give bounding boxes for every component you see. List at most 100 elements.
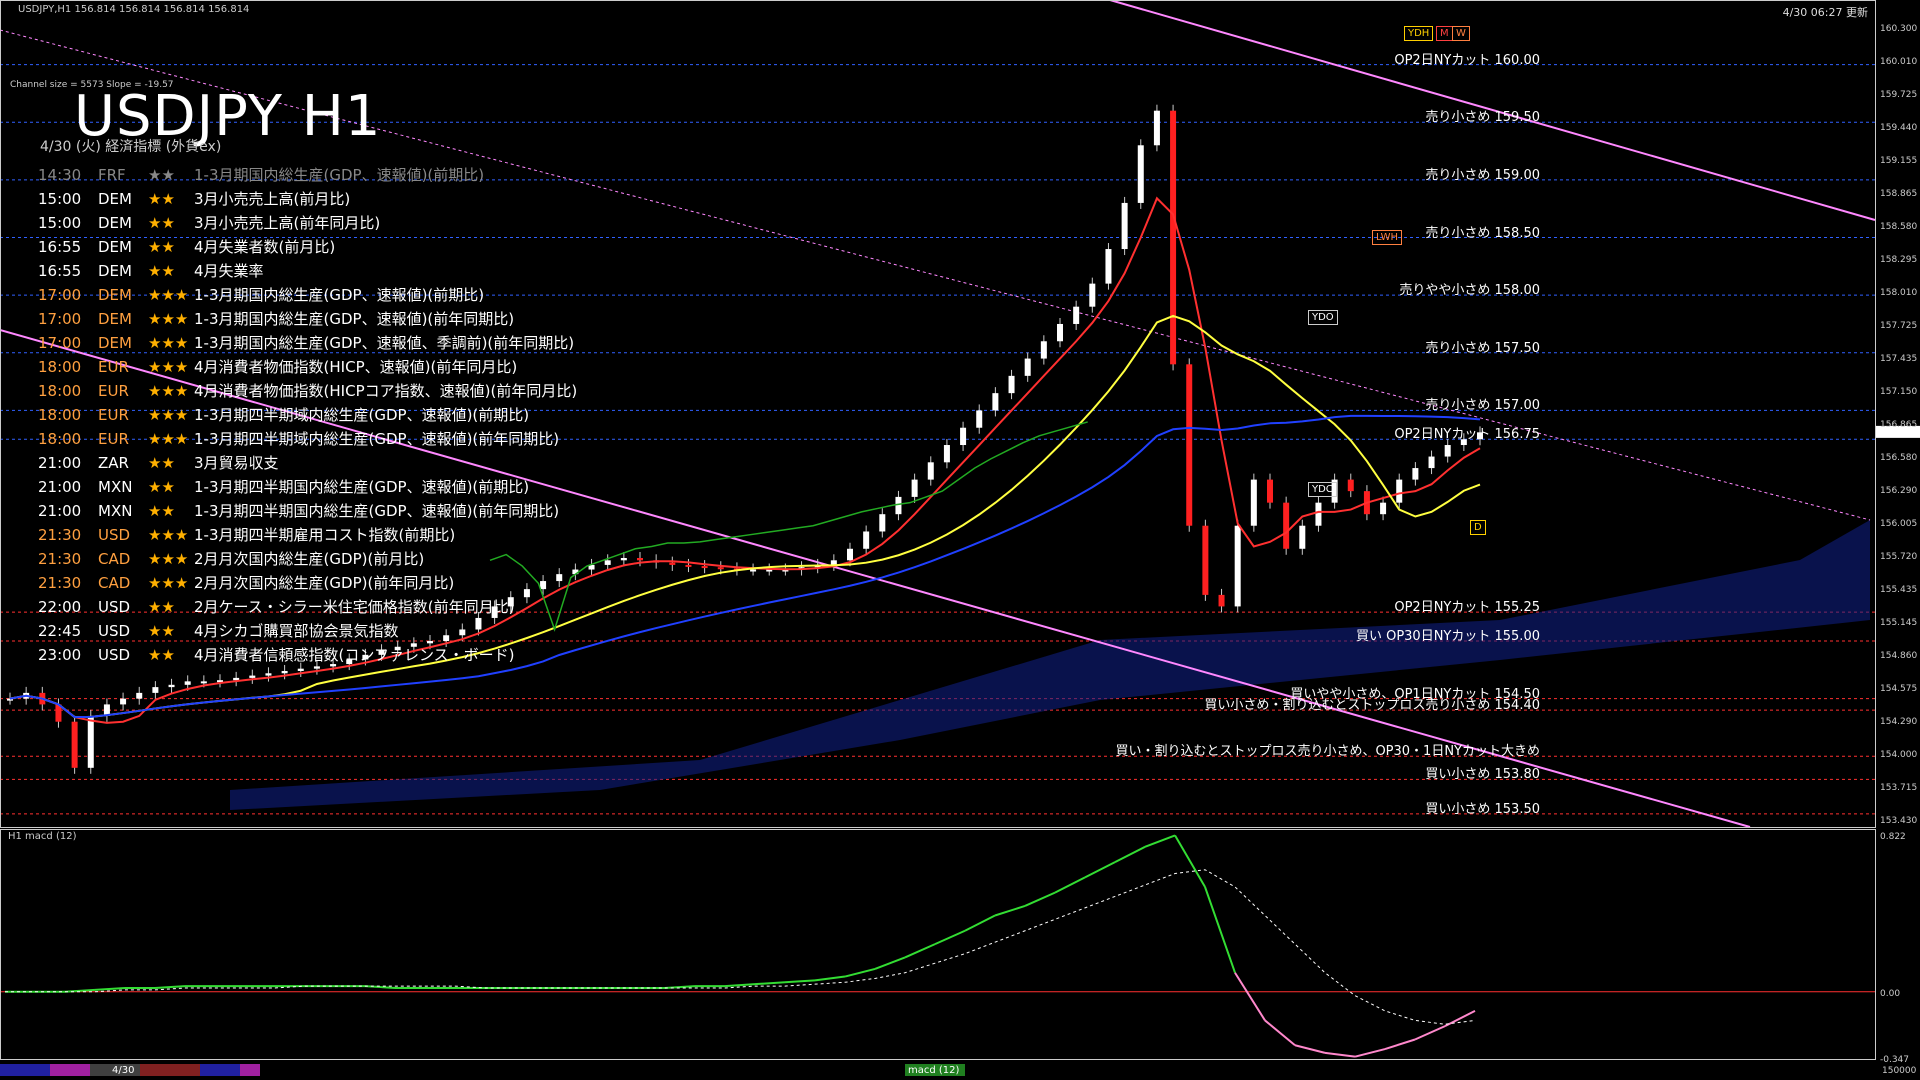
event-time: 21:00 [38,454,82,472]
calendar-row: 15:00 DEM ★★ 3月小売売上高(前年同月比) [38,211,380,235]
candle-body [701,566,708,569]
event-currency: EUR [98,406,129,424]
macd-segment [1444,1009,1476,1028]
candle-body [459,629,466,636]
tag-lwh: LWH [1372,230,1403,245]
event-time: 16:55 [38,262,82,280]
calendar-row: 21:00 ZAR ★★ 3月貿易収支 [38,451,279,475]
calendar-row: 17:00 DEM ★★★ 1-3月期国内総生産(GDP、速報値)(前期比) [38,283,484,307]
bottom-date: 4/30 [112,1065,135,1076]
calendar-row: 21:00 MXN ★★ 1-3月期四半期国内総生産(GDP、速報値)(前年同期比) [38,499,559,523]
calendar-row: 22:45 USD ★★ 4月シカゴ購買部協会景気指数 [38,619,399,643]
event-name: 4月消費者物価指数(HICP、速報値)(前年同月比) [194,358,518,376]
calendar-row: 16:55 DEM ★★ 4月失業者数(前月比) [38,235,335,259]
event-time: 21:30 [38,550,82,568]
level-label: 買い小さめ 153.50 [1425,801,1540,817]
event-time: 22:00 [38,598,82,616]
event-importance: ★★★ [148,526,189,544]
macd-segment [904,943,936,959]
candle-body [1347,479,1354,492]
event-importance: ★★ [148,598,175,616]
y-tick-label: 158.580 [1880,222,1918,233]
macd-segment [1174,834,1206,888]
event-currency: MXN [98,478,133,496]
y-tick-label: 156.290 [1880,486,1918,497]
candle-body [200,681,207,684]
event-name: 3月小売売上高(前月比) [194,190,351,208]
candle-body [1121,202,1128,250]
event-currency: DEM [98,286,132,304]
event-name: 1-3月期四半期域内総生産(GDP、速報値)(前年同期比) [194,430,560,448]
calendar-subtitle: 4/30 (火) 経済指標 (外貨ex) [40,139,222,155]
event-time: 18:00 [38,406,82,424]
level-label: 買い・割り込むとストップロス売り小さめ、OP30・1日NYカット大きめ [1115,744,1540,760]
event-importance: ★★ [148,502,175,520]
candle-body [750,569,757,572]
event-currency: DEM [98,334,132,352]
calendar-row: 15:00 DEM ★★ 3月小売売上高(前月比) [38,187,350,211]
candle-body [911,479,918,497]
tag-ydh: YDH [1404,26,1434,41]
event-currency: MXN [98,502,133,520]
candle-body [1250,479,1257,526]
y-tick-label: 155.435 [1880,584,1918,595]
event-currency: DEM [98,190,132,208]
y-tick-label: 153.715 [1880,783,1918,794]
event-importance: ★★★ [148,574,189,592]
tag-ydo: YDO [1308,310,1338,325]
y-tick-label: 154.860 [1880,651,1918,662]
y-tick-label: 156.865 [1880,420,1918,430]
event-time: 15:00 [38,190,82,208]
candle-body [943,445,950,463]
event-importance: ★★★ [148,358,189,376]
event-time: 21:30 [38,574,82,592]
candle-body [1024,358,1031,376]
macd-segment [1294,1044,1326,1054]
level-label: 売りやや小さめ 158.00 [1399,283,1540,299]
event-importance: ★★★ [148,382,189,400]
event-currency: CAD [98,550,131,568]
macd-segment [1114,845,1146,863]
macd-segment [1384,1038,1416,1050]
candle-body [136,692,143,699]
event-time: 18:00 [38,382,82,400]
candle-body [443,635,450,642]
bottom-bar [0,1064,965,1076]
candle-body [540,581,547,590]
macd-segment [1324,1051,1356,1058]
candle-body [71,721,78,768]
calendar-row: 22:00 USD ★★ 2月ケース・シラー米住宅価格指数(前年同月比) [38,595,515,619]
level-label: 買い小さめ・割り込むとストップロス売り小さめ 154.40 [1204,698,1540,714]
y-tick-label: 158.295 [1880,255,1918,266]
candle-body [1137,145,1144,203]
event-name: 3月貿易収支 [194,454,279,472]
candle-body [1186,364,1193,526]
level-label: 売り小さめ 159.00 [1425,167,1540,183]
candle-body [184,681,191,685]
level-label: 売り小さめ 157.00 [1425,398,1540,414]
event-currency: USD [98,598,131,616]
calendar-row: 21:30 USD ★★★ 1-3月期四半期雇用コスト指数(前期比) [38,523,455,547]
event-time: 14:30 [38,166,82,184]
candle-body [1428,456,1435,469]
candle-body [620,558,627,561]
event-time: 15:00 [38,214,82,232]
candle-body [1396,479,1403,503]
candle-body [233,677,240,681]
level-label: OP2日NYカット 160.00 [1394,52,1540,68]
macd-signal-line [5,869,1476,1025]
candle-body [475,617,482,630]
event-name: 2月月次国内総生産(GDP)(前月比) [194,550,425,568]
macd-segment [1084,861,1116,879]
y-tick-label: 159.440 [1880,123,1918,134]
tag-ydc: YDC [1308,482,1337,497]
macd-segment [874,956,906,970]
event-currency: EUR [98,382,129,400]
candle-body [1153,110,1160,146]
y-tick-label: 155.720 [1880,552,1918,562]
candle-body [1444,445,1451,457]
event-importance: ★★ [148,478,175,496]
event-time: 18:00 [38,430,82,448]
bottom-volume: 150000 [1882,1066,1917,1076]
candle-body [152,687,159,693]
